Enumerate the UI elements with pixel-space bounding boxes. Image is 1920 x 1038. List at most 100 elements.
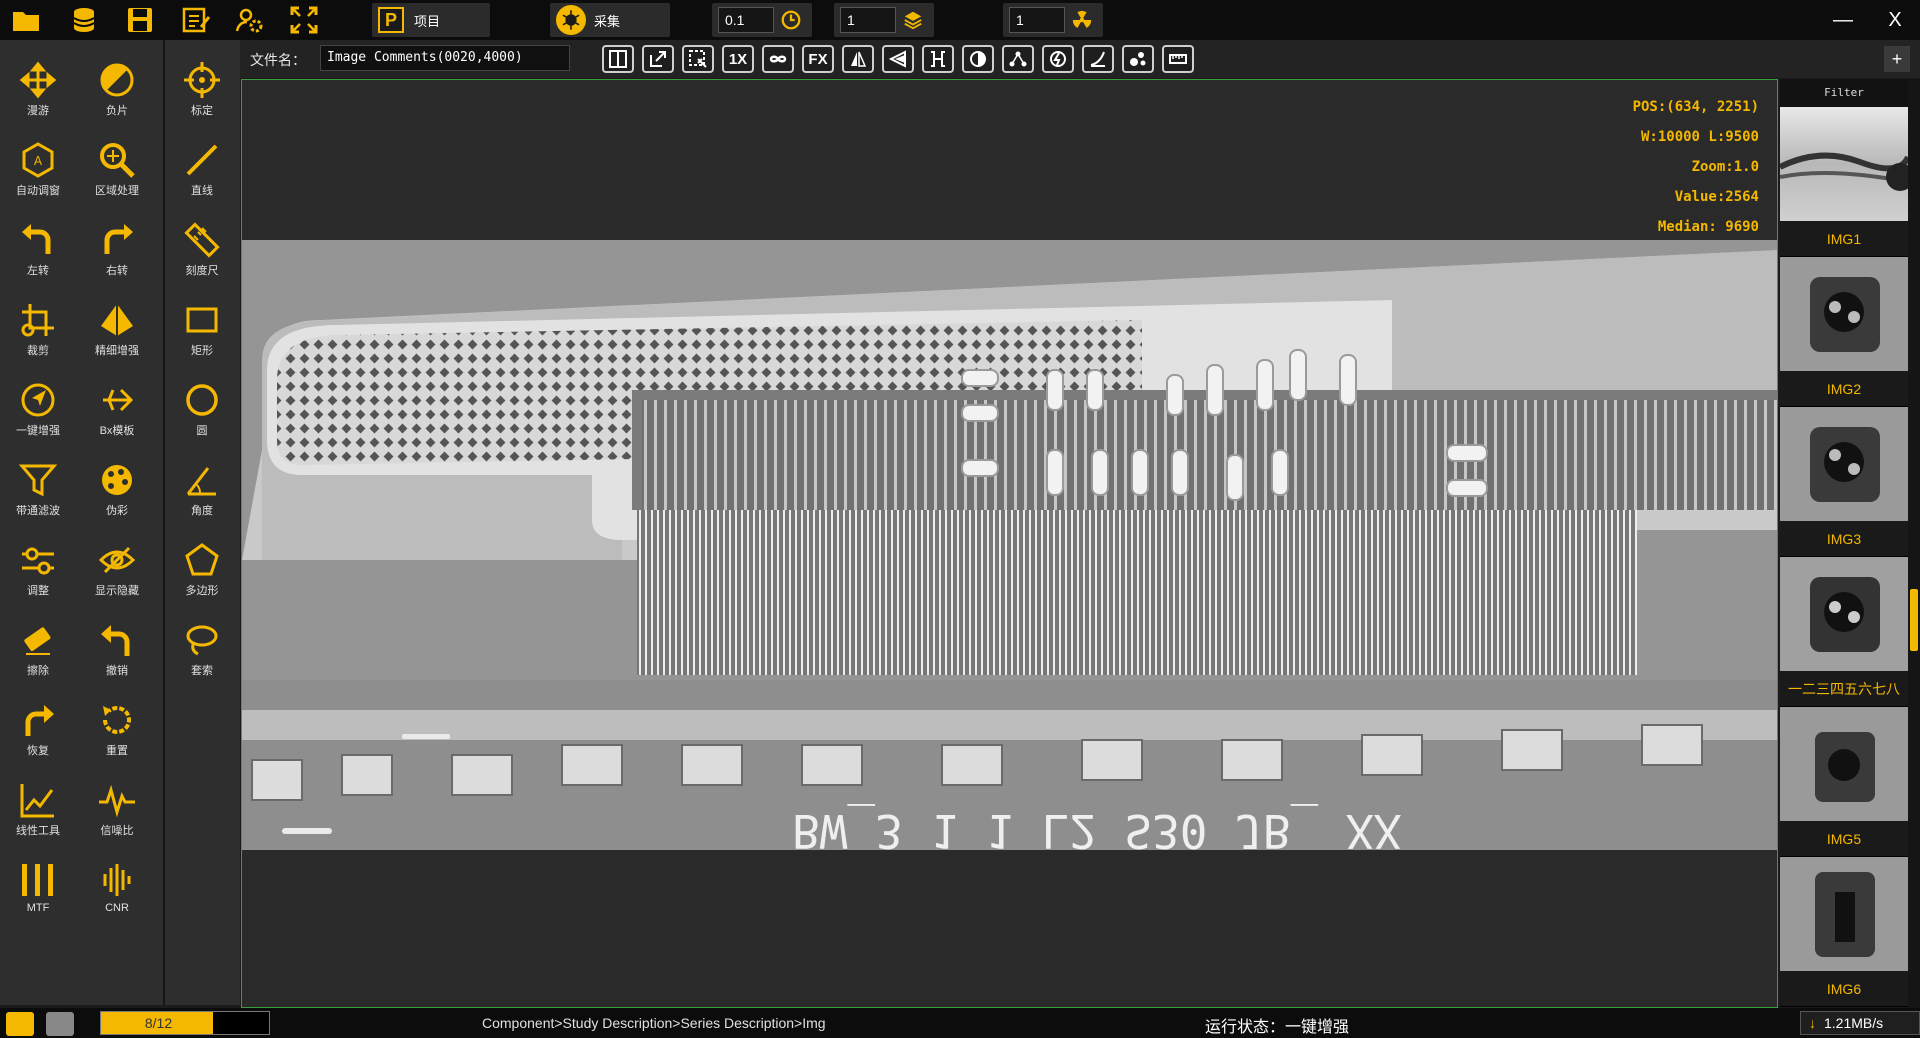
minimize-button[interactable]: — [1828,6,1858,34]
tool-label: MTF [26,902,50,914]
tool-snr[interactable]: 信噪比 [82,772,152,846]
tool-label: 多边形 [185,585,219,597]
tool-angle[interactable]: 角度 [167,452,237,526]
tool-pan[interactable]: 漫游 [3,52,73,126]
dose-input[interactable]: 1 [1009,7,1065,33]
close-button[interactable]: X [1880,6,1910,34]
position-readout: POS:(634, 2251) [1632,99,1759,115]
fit-button[interactable] [682,45,714,73]
tool-fine-enhance[interactable]: 精细增强 [82,292,152,366]
tool-polygon[interactable]: 多边形 [167,532,237,606]
save-icon[interactable] [124,4,156,36]
status-indicator-gray[interactable] [46,1012,74,1036]
image-viewer[interactable]: BW_3 1 1 L2 S30 JB_ XX POS:(634, 2251) W… [241,79,1778,1008]
tool-cnr[interactable]: CNR [82,852,152,926]
tool-ruler[interactable]: 刻度尺 [167,212,237,286]
tool-auto-window[interactable]: A 自动调窗 [3,132,73,206]
rotate-right-icon [104,224,133,254]
tool-region-process[interactable]: 区域处理 [82,132,152,206]
one-click-enhance-icon [21,383,55,417]
tab-project[interactable]: P 项目 [372,3,490,37]
stretch-button[interactable] [922,45,954,73]
thumbnail-item[interactable]: IMG3 [1780,407,1908,557]
exposure-input[interactable]: 0.1 [718,7,774,33]
transfer-speed: ↓ 1.21MB/s [1800,1011,1920,1035]
thumbnail-item[interactable]: IMG1 [1780,107,1908,257]
tool-label: 重置 [106,745,128,757]
tool-reset[interactable]: 重置 [82,692,152,766]
tool-rectangle[interactable]: 矩形 [167,292,237,366]
tab-acquire-label: 采集 [594,13,621,29]
tool-lasso[interactable]: 套索 [167,612,237,686]
tool-undo[interactable]: 撤销 [82,612,152,686]
tool-show-hide[interactable]: 显示隐藏 [82,532,152,606]
tool-one-click-enhance[interactable]: 一键增强 [3,372,73,446]
snr-icon [99,784,135,818]
tool-label: 标定 [191,105,213,117]
tool-redo[interactable]: 恢复 [3,692,73,766]
flip-horizontal-button[interactable] [842,45,874,73]
add-panel-button[interactable]: + [1884,46,1910,72]
exposure-spin: 0.1 [712,3,812,37]
tool-label: 负片 [106,105,128,117]
tab-acquire[interactable]: 采集 [550,3,670,37]
tool-crop[interactable]: 裁剪 [3,292,73,366]
thumbnail-item[interactable]: 一二三四五六七八 [1780,557,1908,707]
erase-icon [24,627,51,655]
timer-icon[interactable] [778,7,804,33]
tool-bandpass[interactable]: 带通滤波 [3,452,73,526]
tool-label: 擦除 [27,665,49,677]
cluster-button[interactable] [1122,45,1154,73]
curve-button[interactable] [1082,45,1114,73]
frames-input[interactable]: 1 [840,7,896,33]
filter-header[interactable]: Filter [1780,79,1908,107]
fx-button[interactable]: FX [802,45,834,73]
flip-vertical-button[interactable] [882,45,914,73]
tool-line[interactable]: 直线 [167,132,237,206]
thumbnail-scrollbar[interactable] [1908,79,1920,1008]
thumbnail-item[interactable]: IMG2 [1780,257,1908,407]
tool-adjust[interactable]: 调整 [3,532,73,606]
tool-negative[interactable]: 负片 [82,52,152,126]
database-icon[interactable] [68,4,100,36]
contrast-button[interactable] [962,45,994,73]
tool-linearity[interactable]: 线性工具 [3,772,73,846]
export-button[interactable] [642,45,674,73]
tool-mtf[interactable]: MTF [3,852,73,926]
ruler-button[interactable] [1162,45,1194,73]
tool-bx-template[interactable]: Bx模板 [82,372,152,446]
tool-rotate-left[interactable]: 左转 [3,212,73,286]
tool-label: Bx模板 [99,425,135,437]
fullscreen-icon[interactable] [288,4,320,36]
radiation-icon[interactable] [1069,7,1095,33]
zoom-readout: Zoom:1.0 [1691,159,1759,175]
layers-icon[interactable] [900,7,926,33]
edit-icon[interactable] [180,4,212,36]
profile-button[interactable] [1002,45,1034,73]
circle-icon [186,384,218,416]
tool-pseudo-color[interactable]: 伪彩 [82,452,152,526]
thumbnail-item[interactable]: IMG5 [1780,707,1908,857]
ruler-icon [184,222,220,258]
zoom-1x-button[interactable]: 1X [722,45,754,73]
progress-text: 8/12 [144,1015,173,1031]
settings-user-icon[interactable] [234,4,266,36]
tool-erase[interactable]: 擦除 [3,612,73,686]
infinity-button[interactable] [762,45,794,73]
progress-bar: 8/12 [100,1011,270,1035]
undo-icon [101,625,130,656]
tool-label: 套索 [191,665,213,677]
tool-circle[interactable]: 圆 [167,372,237,446]
status-indicator-yellow[interactable] [6,1012,34,1036]
thumbnail-item[interactable]: IMG6 [1780,857,1908,1007]
calibrate-icon [184,62,220,98]
split-view-button[interactable] [602,45,634,73]
tool-calibrate[interactable]: 标定 [167,52,237,126]
file-name-field[interactable]: Image Comments(0020,4000) [320,45,570,71]
scrollbar-thumb[interactable] [1910,589,1918,651]
tool-label: 调整 [27,585,49,597]
window-level-readout: W:10000 L:9500 [1640,129,1759,145]
tool-rotate-right[interactable]: 右转 [82,212,152,286]
folder-icon[interactable] [10,4,42,36]
power-button[interactable] [1042,45,1074,73]
